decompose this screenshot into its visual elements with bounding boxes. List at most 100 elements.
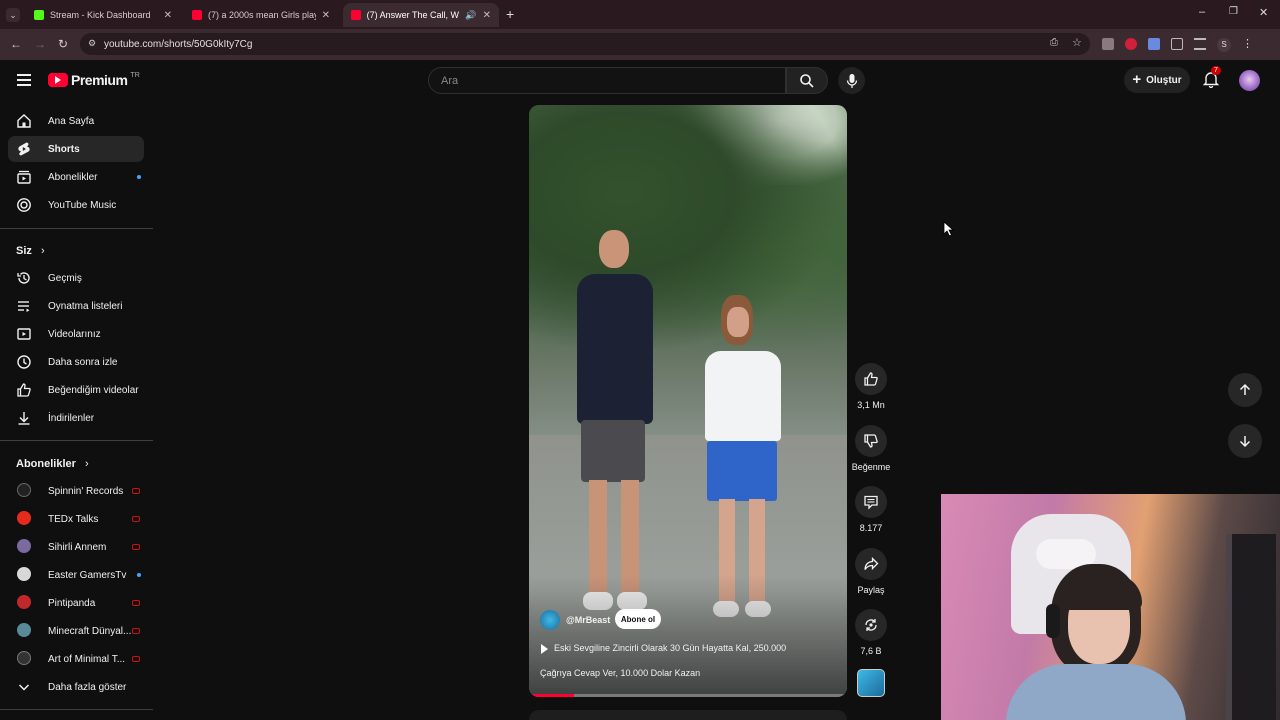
video-title-line2[interactable]: Çağrıya Cevap Ver, 10.000 Dolar Kazan (540, 668, 700, 678)
dislike-button[interactable] (855, 425, 887, 457)
share-button[interactable] (855, 548, 887, 580)
sidebar-channel-easter-gamerstv[interactable]: Easter GamersTv (8, 562, 144, 588)
sidebar-channel-art-of-minimal[interactable]: Art of Minimal T... (8, 646, 144, 672)
channel-avatar[interactable] (540, 610, 560, 630)
mouse-cursor-icon (943, 221, 954, 237)
sidebar-channel-minecraft-dunyalari[interactable]: Minecraft Dünyal... (8, 618, 144, 644)
history-icon (17, 272, 30, 284)
sidebar-channel-tedx-talks[interactable]: TEDx Talks (8, 506, 144, 532)
sidebar-divider (0, 440, 153, 441)
sidebar-item-youtube-music[interactable]: YouTube Music (8, 192, 144, 218)
section-title: Abonelikler (16, 458, 76, 470)
section-subscriptions-heading[interactable]: Abonelikler › (16, 458, 89, 470)
sidebar-item-label: İndirilenler (48, 413, 95, 424)
sidebar-item-label: Oynatma listeleri (48, 301, 123, 312)
tab-title: Stream - Kick Dashboard (50, 10, 151, 20)
browser-tab-active[interactable]: (7) Answer The Call, Win $1 🔊 ✕ (343, 3, 499, 27)
chevron-down-icon (18, 684, 30, 691)
minimize-button[interactable]: – (1199, 6, 1205, 18)
reload-icon[interactable]: ↻ (58, 37, 68, 51)
sidebar-item-liked-videos[interactable]: Beğendiğim videolar (8, 377, 144, 403)
voice-search-button[interactable] (838, 67, 865, 94)
browser-tab-kick[interactable]: Stream - Kick Dashboard ✕ (26, 3, 180, 27)
close-tab-icon[interactable]: ✕ (483, 10, 491, 21)
notifications-button[interactable]: 7 (1203, 66, 1221, 89)
previous-short-button[interactable] (1228, 373, 1262, 407)
show-more-button[interactable]: Daha fazla göster (8, 674, 144, 700)
profile-icon[interactable]: S (1217, 38, 1231, 52)
shorts-video-player[interactable]: @MrBeast Abone ol Eski Sevgiline Zincirl… (529, 105, 847, 697)
media-icon[interactable] (1194, 38, 1206, 50)
home-icon (17, 114, 31, 128)
channel-avatar (17, 511, 31, 525)
hamburger-menu-icon[interactable] (17, 74, 31, 86)
video-progress-track[interactable] (529, 694, 847, 697)
sound-thumbnail[interactable] (857, 669, 885, 697)
sidebar-item-subscriptions[interactable]: Abonelikler (8, 164, 144, 190)
sidebar-item-shorts[interactable]: Shorts (8, 136, 144, 162)
live-indicator-icon (132, 600, 140, 606)
channel-name[interactable]: @MrBeast (566, 615, 610, 625)
channel-avatar (17, 567, 31, 581)
new-content-dot (137, 175, 141, 179)
sidebar-item-downloads[interactable]: İndirilenler (8, 405, 144, 431)
search-icon (800, 73, 814, 88)
channel-name: Sihirli Annem (48, 542, 107, 553)
subscriptions-icon (17, 170, 31, 184)
new-tab-button[interactable]: + (506, 6, 514, 22)
dislike-label: Beğenme (851, 462, 891, 472)
extension-icon[interactable] (1148, 38, 1160, 50)
sidebar-channel-spinnin-records[interactable]: Spinnin' Records (8, 478, 144, 504)
puzzle-icon[interactable] (1171, 38, 1183, 50)
create-button[interactable]: + Oluştur (1124, 67, 1190, 93)
subscribe-button[interactable]: Abone ol (615, 609, 661, 629)
account-avatar[interactable] (1239, 70, 1260, 91)
sidebar-item-your-videos[interactable]: Videolarınız (8, 321, 144, 347)
sidebar-channel-sihirli-annem[interactable]: Sihirli Annem (8, 534, 144, 560)
sidebar-item-label: Daha sonra izle (48, 357, 118, 368)
shorts-icon (18, 142, 30, 156)
browser-tab-playlist[interactable]: (7) a 2000s mean Girls playlist ✕ (184, 3, 338, 27)
comments-button[interactable] (855, 486, 887, 518)
restore-button[interactable]: ❐ (1229, 6, 1238, 17)
search-button[interactable] (786, 67, 828, 94)
video-title-line1[interactable]: Eski Sevgiline Zincirli Olarak 30 Gün Ha… (554, 643, 786, 653)
like-count: 3,1 Mn (857, 400, 885, 410)
channel-name: Easter GamersTv (48, 570, 127, 581)
next-short-preview[interactable] (529, 710, 847, 720)
liked-icon (17, 383, 31, 397)
sidebar-item-history[interactable]: Geçmiş (8, 265, 144, 291)
next-short-button[interactable] (1228, 424, 1262, 458)
sidebar-item-label: YouTube Music (48, 200, 117, 211)
install-icon[interactable]: ⎙ (1050, 37, 1058, 48)
sidebar-item-watch-later[interactable]: Daha sonra izle (8, 349, 144, 375)
comment-icon (864, 495, 878, 510)
kick-favicon-icon (34, 10, 44, 20)
close-tab-icon[interactable]: ✕ (164, 10, 172, 21)
audio-icon[interactable]: 🔊 (465, 10, 476, 21)
url-field[interactable]: ⚙ youtube.com/shorts/50G0kIty7Cg ⎙ ☆ (80, 33, 1090, 55)
live-indicator-icon (132, 488, 140, 494)
live-indicator-icon (132, 544, 140, 550)
logo-region: TR (130, 71, 140, 79)
remix-button[interactable] (855, 609, 887, 641)
section-you-heading[interactable]: Siz › (16, 245, 45, 257)
microphone-icon (846, 73, 857, 88)
back-icon[interactable]: ← (10, 37, 22, 51)
youtube-logo[interactable]: Premium TR (48, 72, 140, 88)
extension-icon[interactable] (1125, 38, 1137, 50)
site-info-icon[interactable]: ⚙ (88, 38, 96, 49)
sidebar-item-playlists[interactable]: Oynatma listeleri (8, 293, 144, 319)
tab-search-icon[interactable]: ⌄ (6, 8, 20, 22)
sidebar-item-home[interactable]: Ana Sayfa (8, 108, 144, 134)
menu-dots-icon[interactable]: ⋮ (1242, 38, 1253, 52)
share-label: Paylaş (857, 585, 885, 595)
forward-icon[interactable]: → (34, 37, 46, 51)
bookmark-star-icon[interactable]: ☆ (1072, 36, 1082, 49)
sidebar-channel-pintipanda[interactable]: Pintipanda (8, 590, 144, 616)
like-button[interactable] (855, 363, 887, 395)
extension-icon[interactable] (1102, 38, 1114, 50)
search-input[interactable]: Ara (428, 67, 786, 94)
close-tab-icon[interactable]: ✕ (322, 10, 330, 21)
close-window-button[interactable]: ✕ (1259, 6, 1268, 19)
